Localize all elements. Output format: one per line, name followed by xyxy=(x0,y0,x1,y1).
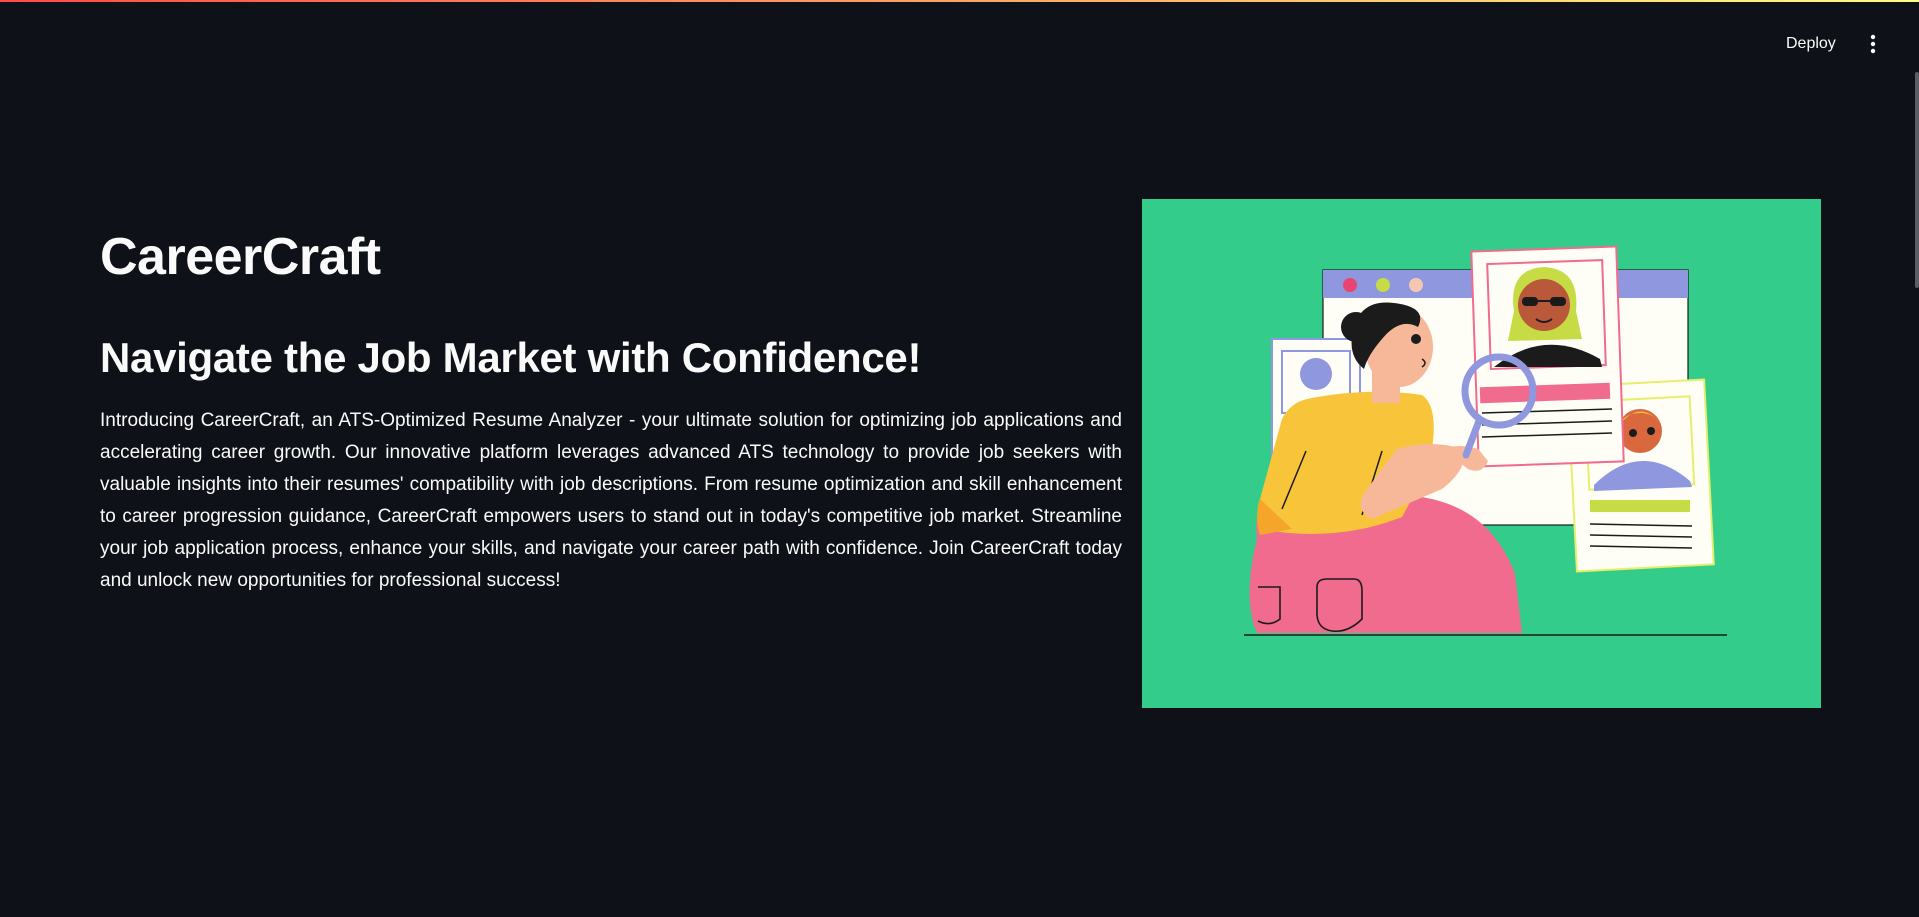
intro-paragraph: Introducing CareerCraft, an ATS-Optimize… xyxy=(100,410,1122,591)
page-scrollbar[interactable] xyxy=(1915,72,1919,288)
page-title: CareerCraft xyxy=(100,228,381,286)
page-subtitle: Navigate the Job Market with Confidence! xyxy=(100,334,922,381)
vertical-ellipsis-icon xyxy=(1870,34,1876,54)
resume-review-illustration xyxy=(1244,245,1727,636)
main-menu-button[interactable] xyxy=(1860,28,1886,60)
hero-illustration xyxy=(1142,199,1821,708)
app-header: Deploy xyxy=(0,0,1919,88)
deploy-button[interactable]: Deploy xyxy=(1774,28,1848,60)
